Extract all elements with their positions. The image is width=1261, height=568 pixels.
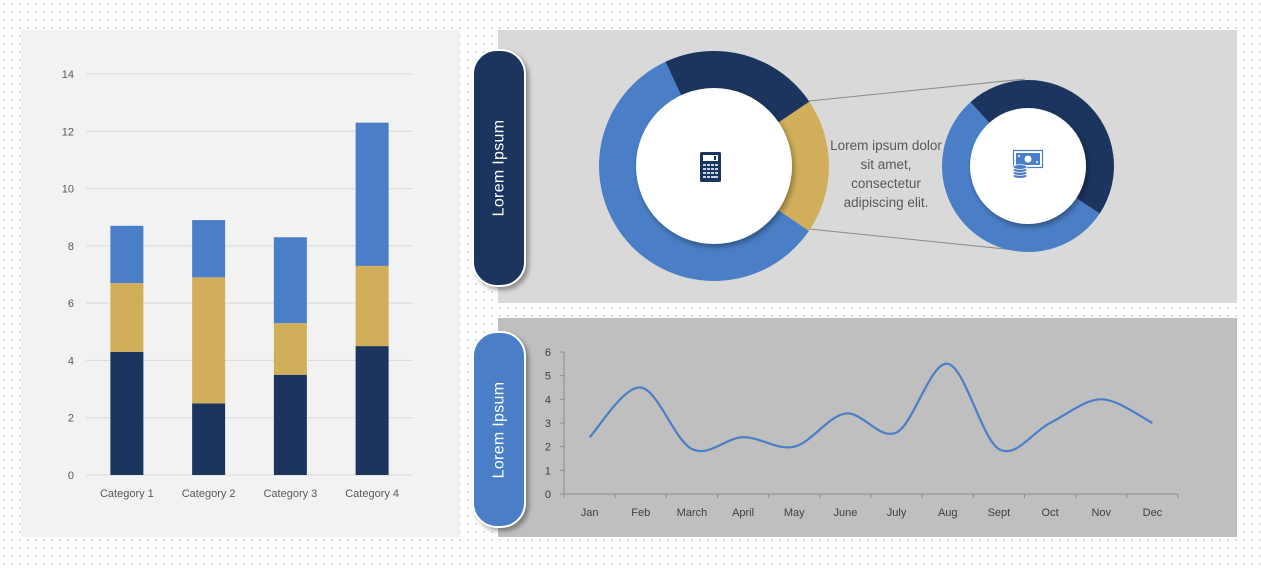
line-x-tick-label: Aug bbox=[938, 507, 958, 519]
line-y-tick-label: 3 bbox=[545, 418, 551, 430]
line-y-tick-label: 0 bbox=[545, 489, 551, 501]
line-x-tick-label: April bbox=[732, 507, 754, 519]
line-chart: 0 1 2 3 4 5 6 Jan Feb March April May June July Aug Se… bbox=[545, 347, 1179, 519]
pill-bottom-label: Lorem Ipsum bbox=[490, 381, 508, 478]
line-axes bbox=[563, 352, 1178, 495]
line-x-axis: Jan Feb March April May June July Aug Sept Oct Nov… bbox=[563, 494, 1179, 519]
line-y-axis: 0 1 2 3 4 5 6 bbox=[545, 347, 564, 501]
section-label-pill-bottom: Lorem Ipsum bbox=[472, 331, 526, 528]
line-x-tick-label: May bbox=[784, 507, 805, 519]
line-series bbox=[588, 362, 1153, 453]
line-x-tick-label: July bbox=[887, 507, 907, 519]
line-x-tick-label: Nov bbox=[1091, 507, 1111, 519]
section-label-pill-top: Lorem Ipsum bbox=[472, 49, 526, 287]
line-x-tick-label: Feb bbox=[631, 507, 650, 519]
line-y-tick-label: 4 bbox=[545, 394, 551, 406]
line-x-tick-label: Sept bbox=[988, 507, 1011, 519]
line-x-tick-label: March bbox=[677, 507, 708, 519]
line-x-tick-label: Jan bbox=[581, 507, 599, 519]
line-y-tick-label: 6 bbox=[545, 347, 551, 359]
line-x-tick-label: Dec bbox=[1143, 507, 1163, 519]
line-y-tick-label: 2 bbox=[545, 442, 551, 454]
line-y-tick-label: 5 bbox=[545, 371, 551, 383]
line-x-tick-label: June bbox=[833, 507, 857, 519]
pill-top-label: Lorem Ipsum bbox=[490, 119, 508, 217]
line-x-tick-label: Oct bbox=[1042, 507, 1059, 519]
line-y-tick-label: 1 bbox=[545, 465, 551, 477]
